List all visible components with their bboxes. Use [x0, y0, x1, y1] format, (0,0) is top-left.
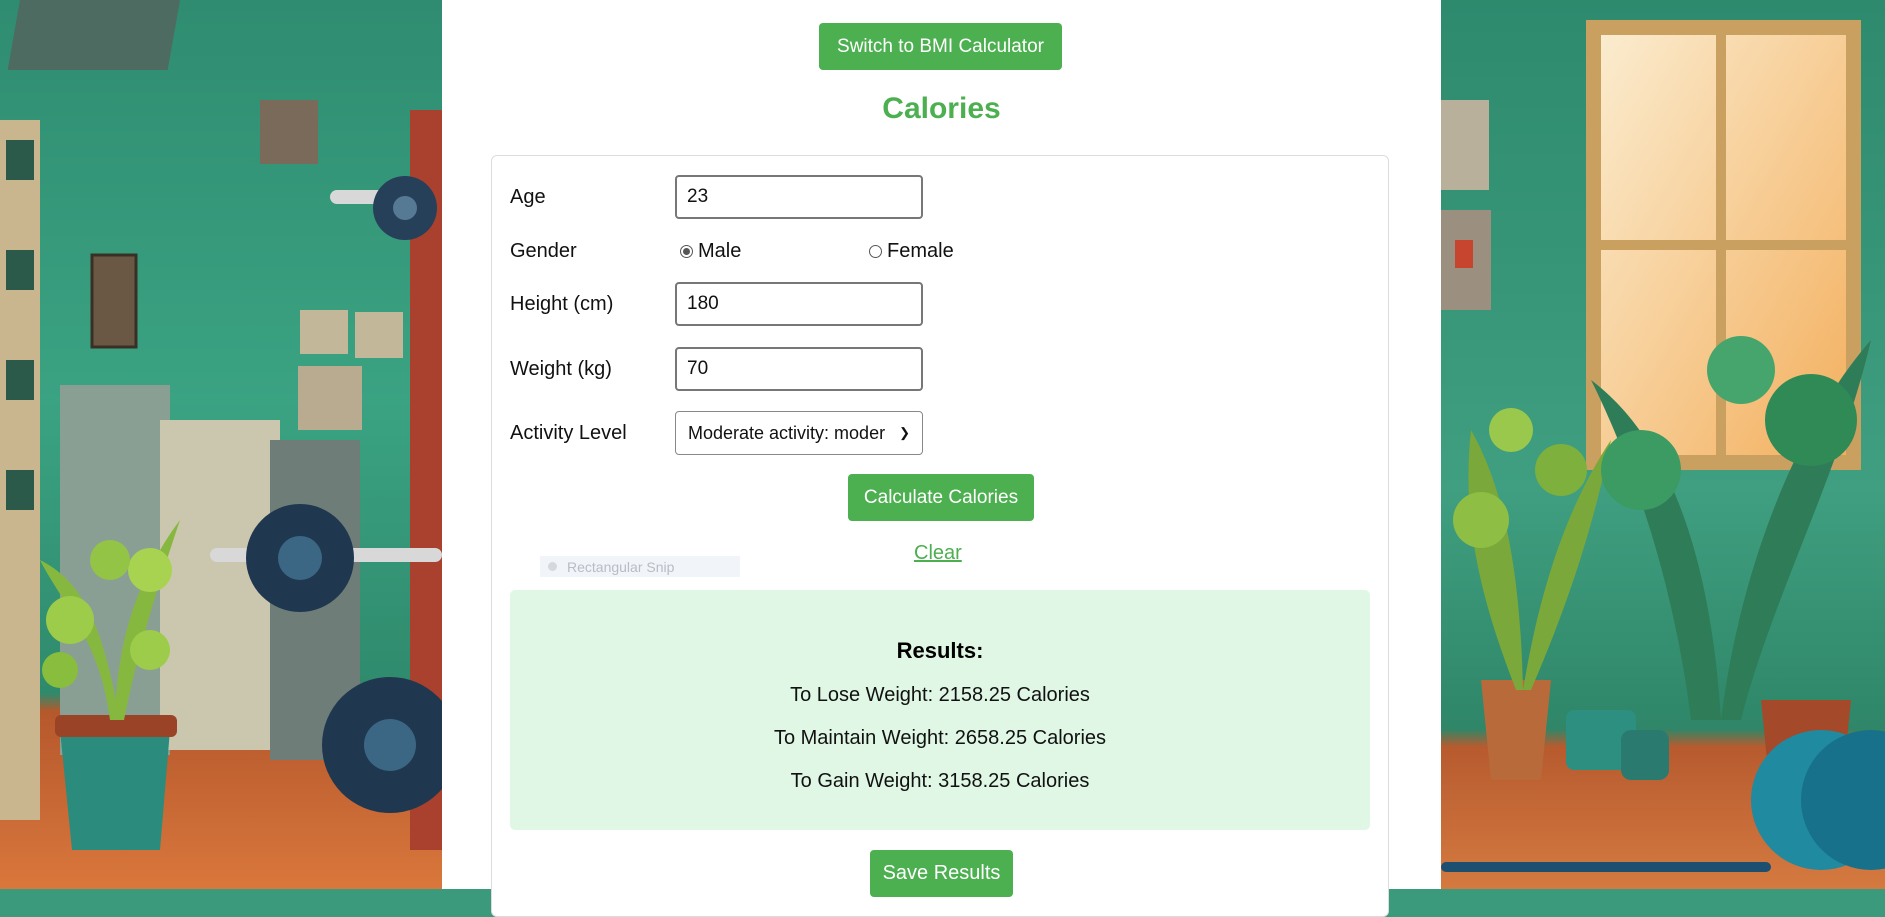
- radio-unchecked-icon[interactable]: [869, 245, 882, 258]
- result-maintain-weight: To Maintain Weight: 2658.25 Calories: [773, 727, 1107, 749]
- save-results-button[interactable]: Save Results: [870, 850, 1013, 897]
- snip-label: Rectangular Snip: [567, 558, 675, 575]
- weight-input[interactable]: [675, 347, 923, 391]
- background-gym-scene-right: [1441, 0, 1885, 889]
- gender-option-male[interactable]: Male: [680, 240, 741, 263]
- gym-illustration-right: [1441, 20, 1885, 872]
- gym-illustration-left: [0, 0, 442, 850]
- activity-level-value: Moderate activity: moder: [688, 422, 886, 443]
- height-input[interactable]: [675, 282, 923, 326]
- calculate-calories-button[interactable]: Calculate Calories: [848, 474, 1034, 521]
- snip-icon: [548, 562, 557, 571]
- activity-level-select[interactable]: Moderate activity: moder ❯: [675, 411, 923, 455]
- results-title: Results:: [896, 638, 984, 663]
- activity-level-label: Activity Level: [510, 422, 627, 444]
- result-lose-weight: To Lose Weight: 2158.25 Calories: [790, 684, 1090, 706]
- chevron-down-icon: ❯: [899, 425, 910, 440]
- age-input[interactable]: [675, 175, 923, 219]
- results-box: Results: To Lose Weight: 2158.25 Calorie…: [510, 590, 1370, 830]
- switch-to-bmi-button[interactable]: Switch to BMI Calculator: [819, 23, 1062, 70]
- rectangular-snip-overlay: Rectangular Snip: [540, 556, 740, 577]
- result-gain-weight: To Gain Weight: 3158.25 Calories: [790, 770, 1090, 792]
- height-label: Height (cm): [510, 293, 614, 315]
- weight-label: Weight (kg): [510, 358, 612, 380]
- gender-option-label: Female: [887, 240, 954, 262]
- age-label: Age: [510, 186, 546, 208]
- gender-option-female[interactable]: Female: [869, 240, 954, 263]
- calorie-form: Age Gender Male Female Height (cm) Weigh…: [491, 155, 1389, 917]
- gender-label: Gender: [510, 240, 577, 262]
- page-title: Calories: [882, 92, 1001, 125]
- calculator-panel: Switch to BMI Calculator Calories Age Ge…: [442, 0, 1441, 917]
- clear-link[interactable]: Clear: [914, 542, 962, 565]
- radio-checked-icon[interactable]: [680, 245, 693, 258]
- background-gym-scene-left: [0, 0, 442, 889]
- gender-option-label: Male: [698, 240, 742, 262]
